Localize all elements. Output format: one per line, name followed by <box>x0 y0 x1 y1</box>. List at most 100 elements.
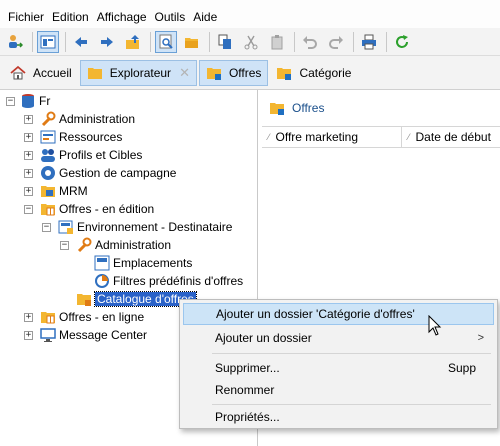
tree-item-offres-ligne[interactable]: Offres - en ligne <box>40 308 144 326</box>
back-arrow-icon[interactable] <box>70 31 92 53</box>
menu-item-rename[interactable]: Renommer <box>183 379 494 401</box>
tree-item-filtres[interactable]: Filtres prédéfinis d'offres <box>94 272 243 290</box>
toolbar-separator <box>353 31 354 52</box>
collapse-toggle[interactable]: − <box>60 241 69 250</box>
menu-item-label: Supprimer... <box>215 361 280 375</box>
tree-label: Gestion de campagne <box>59 166 177 180</box>
collapse-toggle[interactable]: − <box>24 205 33 214</box>
tab-categorie[interactable]: Catégorie <box>270 60 357 86</box>
connect-user-icon[interactable] <box>4 31 26 53</box>
sort-icon: ⁄ <box>268 132 270 142</box>
tree-label: Offres - en édition <box>59 202 155 216</box>
expand-toggle[interactable]: + <box>24 133 33 142</box>
toolbar-separator <box>294 31 295 52</box>
menu-item-shortcut: Supp <box>447 361 476 375</box>
copy-icon[interactable] <box>214 31 236 53</box>
expand-toggle[interactable]: + <box>24 313 33 322</box>
tree-item-message-center[interactable]: Message Center <box>40 326 147 344</box>
environment-icon <box>58 219 74 235</box>
mrm-folder-icon <box>40 183 56 199</box>
menu-item-add-folder[interactable]: Ajouter un dossier > <box>183 327 494 349</box>
undo-icon[interactable] <box>299 31 321 53</box>
tree-item-offres-edition[interactable]: Offres - en édition <box>40 200 154 218</box>
database-icon <box>20 93 36 109</box>
tree-item-root[interactable]: Fr <box>20 92 50 110</box>
menu-item-label: Propriétés... <box>215 410 280 424</box>
tree-item-emplacements[interactable]: Emplacements <box>94 254 192 272</box>
tree-label: Administration <box>95 238 172 252</box>
paste-icon[interactable] <box>266 31 288 53</box>
menu-item-properties[interactable]: Propriétés... <box>183 406 494 428</box>
tree-item-profils[interactable]: Profils et Cibles <box>40 146 142 164</box>
column-header-date[interactable]: ⁄ Date de début <box>402 127 500 147</box>
tab-bar: Accueil Explorateur ✕ Offres Catégorie <box>0 56 500 90</box>
tree-item-mrm[interactable]: MRM <box>40 182 88 200</box>
catalog-folder-icon <box>76 291 92 307</box>
tab-label: Explorateur <box>109 65 172 80</box>
expand-toggle[interactable]: + <box>24 151 33 160</box>
menu-separator <box>212 353 491 354</box>
pane-title: Offres <box>269 100 324 116</box>
monitor-icon <box>40 327 56 343</box>
tree-item-administration[interactable]: Administration <box>40 110 135 128</box>
menu-aide[interactable]: Aide <box>189 9 221 28</box>
expand-toggle[interactable]: + <box>24 169 33 178</box>
open-folder-icon[interactable] <box>181 31 203 53</box>
placement-icon <box>94 255 110 271</box>
forward-arrow-icon[interactable] <box>96 31 118 53</box>
menu-item-delete[interactable]: Supprimer... Supp <box>183 357 494 379</box>
column-label: Date de début <box>415 130 491 144</box>
menu-fichier[interactable]: Fichier <box>4 9 48 28</box>
redo-icon[interactable] <box>325 31 347 53</box>
column-header-offre[interactable]: ⁄ Offre marketing <box>262 127 402 147</box>
tree-item-campagne[interactable]: Gestion de campagne <box>40 164 176 182</box>
tree-item-environnement[interactable]: Environnement - Destinataire <box>58 218 232 236</box>
tree-item-ressources[interactable]: Ressources <box>40 128 122 146</box>
sort-icon: ⁄ <box>408 132 410 142</box>
menu-bar: Fichier Edition Affichage Outils Aide <box>0 0 500 28</box>
tree-label: MRM <box>59 184 88 198</box>
toolbar <box>0 28 500 56</box>
context-menu: Ajouter un dossier 'Catégorie d'offres' … <box>179 299 498 429</box>
tab-explorateur[interactable]: Explorateur ✕ <box>79 59 197 86</box>
search-filter-icon[interactable] <box>155 30 177 53</box>
people-icon <box>40 147 56 163</box>
home-icon <box>10 65 26 81</box>
offers-folder-icon <box>206 65 222 81</box>
tree-label: Environnement - Destinataire <box>77 220 233 234</box>
tree-item-catalogue[interactable]: Catalogue d'offres <box>76 290 197 308</box>
toolbar-separator <box>65 31 66 52</box>
tree-label: Filtres prédéfinis d'offres <box>113 274 244 288</box>
menu-outils[interactable]: Outils <box>151 9 190 28</box>
filter-icon <box>94 273 110 289</box>
refresh-icon[interactable] <box>391 31 413 53</box>
wrench-icon <box>76 237 92 253</box>
menu-item-add-category-folder[interactable]: Ajouter un dossier 'Catégorie d'offres' <box>183 303 494 325</box>
gift-folder-icon <box>40 201 56 217</box>
resources-icon <box>40 129 56 145</box>
collapse-toggle[interactable]: − <box>6 97 15 106</box>
folder-icon <box>87 65 103 81</box>
wrench-icon <box>40 111 56 127</box>
toolbar-separator <box>150 31 151 52</box>
print-icon[interactable] <box>358 31 380 53</box>
tab-accueil[interactable]: Accueil <box>4 60 78 86</box>
menu-affichage[interactable]: Affichage <box>93 9 151 28</box>
collapse-toggle[interactable]: − <box>42 223 51 232</box>
tab-offres[interactable]: Offres <box>198 59 269 86</box>
tree-label: Ressources <box>59 130 123 144</box>
submenu-arrow-icon: > <box>477 332 484 344</box>
expand-toggle[interactable]: + <box>24 187 33 196</box>
menu-item-label: Ajouter un dossier 'Catégorie d'offres' <box>216 307 415 321</box>
close-tab-icon[interactable]: ✕ <box>179 65 190 81</box>
column-label: Offre marketing <box>275 130 358 144</box>
category-folder-icon <box>276 65 292 81</box>
cut-icon[interactable] <box>240 31 262 53</box>
expand-toggle[interactable]: + <box>24 115 33 124</box>
parent-folder-icon[interactable] <box>122 31 144 53</box>
tab-label: Catégorie <box>299 65 352 80</box>
toggle-view-icon[interactable] <box>37 30 59 53</box>
expand-toggle[interactable]: + <box>24 331 33 340</box>
menu-edition[interactable]: Edition <box>48 9 93 28</box>
tree-item-administration-sub[interactable]: Administration <box>76 236 171 254</box>
